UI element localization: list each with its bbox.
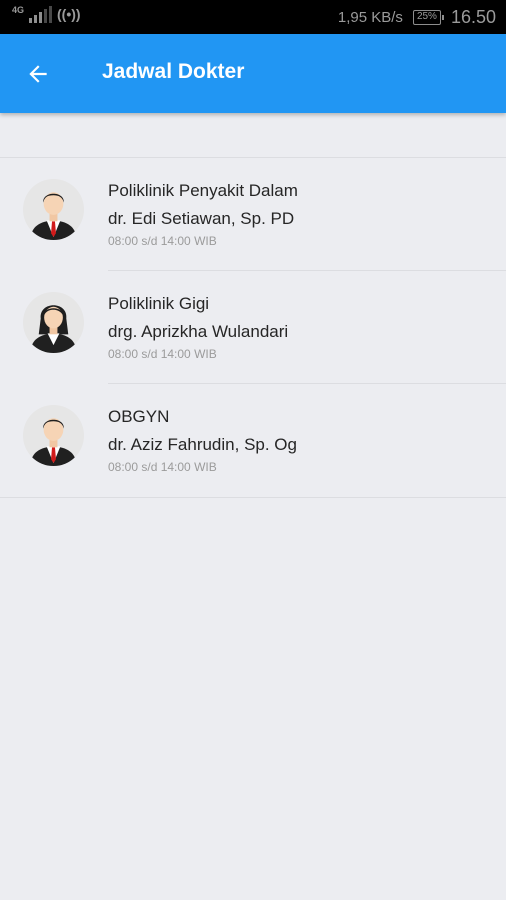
clinic-name: Poliklinik Gigi — [108, 294, 210, 313]
page-title: Jadwal Dokter — [102, 60, 245, 83]
arrow-left-icon — [29, 65, 47, 83]
doctor-list-item[interactable]: Poliklinik Penyakit Dalam dr. Edi Setiaw… — [0, 158, 506, 271]
clinic-name: OBGYN — [108, 407, 170, 426]
male-doctor-avatar-icon — [22, 178, 85, 241]
status-left-group: 4G ((•)) — [12, 5, 81, 23]
doctor-list: Poliklinik Penyakit Dalam dr. Edi Setiaw… — [0, 157, 506, 498]
app-bar: Jadwal Dokter — [0, 34, 506, 113]
status-bar: 4G ((•)) 1,95 KB/s 25% 16.50 — [0, 0, 506, 34]
status-right-group: 1,95 KB/s 25% 16.50 — [338, 7, 496, 28]
network-speed: 1,95 KB/s — [337, 9, 403, 26]
practice-hours: 08:00 s/d 14:00 WIB — [108, 347, 217, 361]
doctor-name: dr. Edi Setiawan, Sp. PD — [108, 209, 295, 228]
practice-hours: 08:00 s/d 14:00 WIB — [108, 460, 217, 474]
clinic-name: Poliklinik Penyakit Dalam — [108, 181, 298, 200]
doctor-name: dr. Aziz Fahrudin, Sp. Og — [108, 435, 297, 454]
female-doctor-avatar-icon — [22, 291, 85, 354]
clock: 16.50 — [450, 7, 496, 27]
male-doctor-avatar-icon — [22, 404, 85, 467]
back-button[interactable] — [18, 54, 58, 94]
doctor-list-item[interactable]: OBGYN dr. Aziz Fahrudin, Sp. Og 08:00 s/… — [0, 384, 506, 497]
hotspot-icon: ((•)) — [57, 6, 81, 22]
doctor-name: drg. Aprizkha Wulandari — [108, 322, 289, 341]
doctor-list-item[interactable]: Poliklinik Gigi drg. Aprizkha Wulandari … — [0, 271, 506, 384]
battery-icon: 25% — [412, 10, 444, 25]
network-type: 4G — [12, 5, 25, 15]
practice-hours: 08:00 s/d 14:00 WIB — [108, 234, 217, 248]
signal-icon — [29, 5, 53, 23]
